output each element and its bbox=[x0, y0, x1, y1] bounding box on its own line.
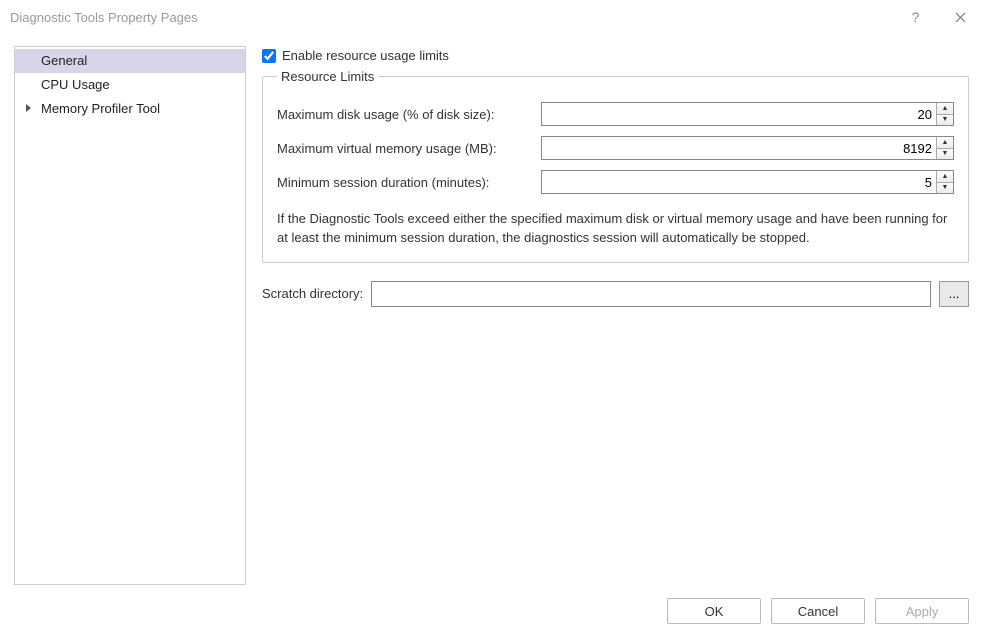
resource-limits-info: If the Diagnostic Tools exceed either th… bbox=[277, 210, 954, 248]
close-button[interactable] bbox=[938, 2, 983, 32]
sidebar-item-label: General bbox=[41, 53, 87, 68]
min-session-spin-up[interactable]: ▲ bbox=[937, 171, 953, 183]
category-sidebar: General CPU Usage Memory Profiler Tool bbox=[14, 46, 246, 585]
main-panel: Enable resource usage limits Resource Li… bbox=[262, 46, 969, 585]
scratch-directory-input[interactable] bbox=[371, 281, 931, 307]
resource-limits-group: Resource Limits Maximum disk usage (% of… bbox=[262, 69, 969, 263]
sidebar-item-label: Memory Profiler Tool bbox=[41, 101, 160, 116]
min-session-input[interactable] bbox=[542, 171, 936, 193]
titlebar: Diagnostic Tools Property Pages ? bbox=[0, 0, 983, 34]
max-vmem-label: Maximum virtual memory usage (MB): bbox=[277, 141, 535, 156]
content-area: General CPU Usage Memory Profiler Tool E… bbox=[0, 34, 983, 585]
min-session-spin-down[interactable]: ▼ bbox=[937, 183, 953, 194]
scratch-directory-label: Scratch directory: bbox=[262, 286, 363, 301]
ok-button[interactable]: OK bbox=[667, 598, 761, 624]
enable-resource-limits-checkbox[interactable]: Enable resource usage limits bbox=[262, 48, 969, 63]
min-session-spinner-buttons: ▲ ▼ bbox=[936, 171, 953, 193]
enable-resource-limits-label: Enable resource usage limits bbox=[282, 48, 449, 63]
max-vmem-spinner-buttons: ▲ ▼ bbox=[936, 137, 953, 159]
sidebar-item-cpu-usage[interactable]: CPU Usage bbox=[15, 73, 245, 97]
max-vmem-spinner: ▲ ▼ bbox=[541, 136, 954, 160]
min-session-spinner: ▲ ▼ bbox=[541, 170, 954, 194]
max-vmem-spin-up[interactable]: ▲ bbox=[937, 137, 953, 149]
cancel-button[interactable]: Cancel bbox=[771, 598, 865, 624]
min-session-label: Minimum session duration (minutes): bbox=[277, 175, 535, 190]
max-vmem-input[interactable] bbox=[542, 137, 936, 159]
resource-limits-legend: Resource Limits bbox=[277, 69, 378, 84]
close-icon bbox=[955, 12, 966, 23]
max-disk-spinner-buttons: ▲ ▼ bbox=[936, 103, 953, 125]
sidebar-item-general[interactable]: General bbox=[15, 49, 245, 73]
window-title: Diagnostic Tools Property Pages bbox=[10, 10, 893, 25]
sidebar-item-label: CPU Usage bbox=[41, 77, 110, 92]
max-vmem-spin-down[interactable]: ▼ bbox=[937, 149, 953, 160]
sidebar-item-memory-profiler-tool[interactable]: Memory Profiler Tool bbox=[15, 97, 245, 121]
apply-button[interactable]: Apply bbox=[875, 598, 969, 624]
max-disk-spin-down[interactable]: ▼ bbox=[937, 115, 953, 126]
max-disk-spin-up[interactable]: ▲ bbox=[937, 103, 953, 115]
max-vmem-row: Maximum virtual memory usage (MB): ▲ ▼ bbox=[277, 136, 954, 160]
max-disk-label: Maximum disk usage (% of disk size): bbox=[277, 107, 535, 122]
dialog-footer: OK Cancel Apply bbox=[0, 585, 983, 637]
max-disk-row: Maximum disk usage (% of disk size): ▲ ▼ bbox=[277, 102, 954, 126]
max-disk-input[interactable] bbox=[542, 103, 936, 125]
max-disk-spinner: ▲ ▼ bbox=[541, 102, 954, 126]
help-button[interactable]: ? bbox=[893, 2, 938, 32]
scratch-directory-row: Scratch directory: ... bbox=[262, 281, 969, 307]
min-session-row: Minimum session duration (minutes): ▲ ▼ bbox=[277, 170, 954, 194]
enable-resource-limits-input[interactable] bbox=[262, 49, 276, 63]
scratch-directory-browse-button[interactable]: ... bbox=[939, 281, 969, 307]
